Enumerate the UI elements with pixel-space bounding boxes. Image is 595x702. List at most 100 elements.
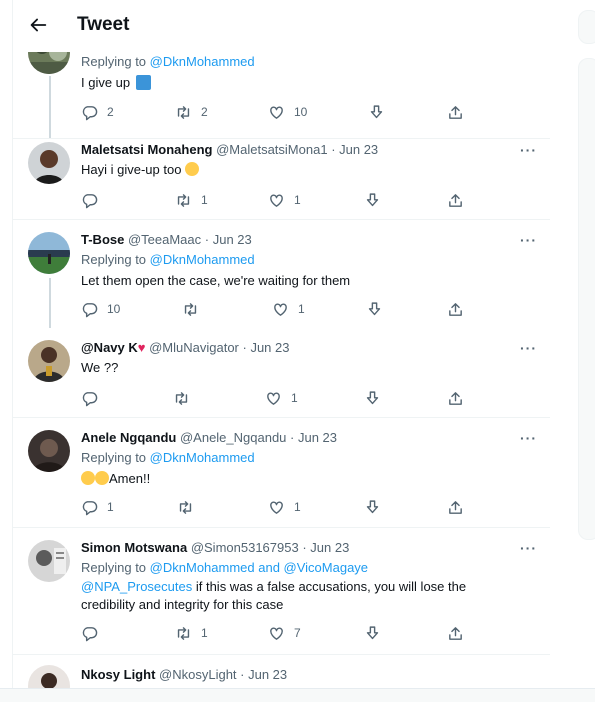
tweet-meta: Maletsatsi Monaheng @MaletsatsiMona1 · J… — [81, 142, 378, 157]
author-name[interactable]: @Navy K — [81, 340, 138, 355]
share-button[interactable] — [447, 191, 464, 209]
like-button[interactable]: 1 — [268, 498, 301, 516]
tweet-date[interactable]: · Jun 23 — [205, 232, 252, 247]
author-name[interactable]: Anele Ngqandu — [81, 430, 176, 445]
retweet-button[interactable] — [182, 300, 208, 318]
page-title: Tweet — [77, 14, 130, 35]
retweet-icon — [177, 499, 194, 516]
thinking-emoji-icon — [185, 162, 200, 176]
more-dots-icon[interactable]: ··· — [520, 430, 537, 446]
thread-line — [49, 278, 51, 328]
avatar[interactable] — [28, 430, 70, 472]
like-count: 10 — [294, 105, 308, 119]
tweet[interactable]: Nkosy Light @NkosyLight · Jun 23 — [13, 655, 550, 688]
author-name[interactable]: Simon Motswana — [81, 540, 187, 555]
taskbar-strip — [0, 688, 595, 702]
bookmark-button[interactable] — [364, 389, 381, 407]
reply-button[interactable] — [81, 624, 107, 642]
reply-button[interactable]: 1 — [81, 498, 114, 516]
retweet-count: 2 — [201, 105, 208, 119]
tweet-meta: Simon Motswana @Simon53167953 · Jun 23 — [81, 540, 349, 555]
search-box[interactable] — [578, 10, 595, 44]
speech-bubble-icon — [81, 301, 98, 318]
like-button[interactable]: 1 — [265, 389, 298, 407]
tweet-date[interactable]: · Jun 23 — [302, 540, 349, 555]
tweet-meta: Nkosy Light @NkosyLight · Jun 23 — [81, 667, 287, 682]
reply-button[interactable]: 10 — [81, 300, 120, 318]
avatar[interactable] — [28, 142, 70, 184]
author-handle[interactable]: @MluNavigator — [149, 340, 239, 355]
speech-bubble-icon — [81, 104, 98, 121]
share-button[interactable] — [447, 300, 464, 318]
mention-link[interactable]: @NPA_Prosecutes — [81, 579, 192, 594]
author-name[interactable]: T-Bose — [81, 232, 124, 247]
bookmark-button[interactable] — [366, 300, 383, 318]
tweet[interactable]: Replying to @DknMohammed I give up 2 2 1… — [13, 32, 550, 139]
laughing-emoji-icon — [81, 471, 95, 485]
author-handle[interactable]: @Simon53167953 — [191, 540, 299, 555]
like-button[interactable]: 1 — [268, 191, 301, 209]
retweet-icon — [173, 390, 190, 407]
tweet-date[interactable]: · Jun 23 — [290, 430, 337, 445]
mention-link[interactable]: @DknMohammed — [150, 54, 255, 69]
like-button[interactable]: 10 — [268, 103, 307, 121]
avatar[interactable] — [28, 540, 70, 582]
mention-link[interactable]: @DknMohammed — [150, 450, 255, 465]
author-name[interactable]: Nkosy Light — [81, 667, 155, 682]
more-dots-icon[interactable]: ··· — [520, 540, 537, 556]
retweet-button[interactable] — [173, 389, 199, 407]
author-handle[interactable]: @TeeaMaac — [128, 232, 201, 247]
tweet-text: We ?? — [81, 359, 501, 377]
share-icon — [447, 390, 464, 407]
replying-to-label: Replying to — [81, 252, 147, 267]
bookmark-button[interactable] — [364, 498, 381, 516]
retweet-icon — [182, 301, 199, 318]
retweet-button[interactable] — [177, 498, 203, 516]
author-name[interactable]: Maletsatsi Monaheng — [81, 142, 212, 157]
arrow-left-icon[interactable] — [27, 14, 49, 36]
share-button[interactable] — [447, 498, 464, 516]
like-button[interactable]: 1 — [272, 300, 305, 318]
author-handle[interactable]: @NkosyLight — [159, 667, 237, 682]
share-button[interactable] — [447, 103, 464, 121]
reply-count: 1 — [107, 500, 114, 514]
more-dots-icon[interactable]: ··· — [520, 232, 537, 248]
bookmark-button[interactable] — [368, 103, 385, 121]
tweet-text-body: I give up — [81, 75, 131, 90]
more-dots-icon[interactable]: ··· — [520, 340, 537, 356]
speech-bubble-icon — [81, 625, 98, 642]
tweet[interactable]: Maletsatsi Monaheng @MaletsatsiMona1 · J… — [13, 130, 550, 220]
retweet-button[interactable]: 1 — [175, 624, 208, 642]
thumbs-down-emoji-icon — [135, 75, 151, 90]
more-dots-icon[interactable]: ··· — [520, 142, 537, 158]
tweet[interactable]: Anele Ngqandu @Anele_Ngqandu · Jun 23 ··… — [13, 418, 550, 528]
reply-button[interactable]: 2 — [81, 103, 114, 121]
tweet-date[interactable]: · Jun 23 — [240, 667, 287, 682]
author-handle[interactable]: @MaletsatsiMona1 — [216, 142, 327, 157]
replying-to-label: Replying to — [81, 450, 147, 465]
retweet-count: 1 — [201, 626, 208, 640]
avatar[interactable] — [28, 232, 70, 274]
bookmark-button[interactable] — [364, 191, 381, 209]
tweet[interactable]: @Navy K♥ @MluNavigator · Jun 23 ··· We ?… — [13, 328, 550, 418]
avatar[interactable] — [28, 665, 70, 688]
avatar[interactable] — [28, 340, 70, 382]
retweet-button[interactable]: 2 — [175, 103, 208, 121]
replying-to: Replying to @DknMohammed and @VicoMagaye — [81, 560, 368, 575]
speech-bubble-icon — [81, 499, 98, 516]
tweet-date[interactable]: · Jun 23 — [331, 142, 378, 157]
bookmark-button[interactable] — [364, 624, 381, 642]
like-button[interactable]: 7 — [268, 624, 301, 642]
tweet[interactable]: Simon Motswana @Simon53167953 · Jun 23 ·… — [13, 528, 550, 655]
share-button[interactable] — [447, 624, 464, 642]
reply-button[interactable] — [81, 191, 107, 209]
retweet-button[interactable]: 1 — [175, 191, 208, 209]
author-handle[interactable]: @Anele_Ngqandu — [180, 430, 286, 445]
tweet-date[interactable]: · Jun 23 — [243, 340, 290, 355]
mention-link[interactable]: @DknMohammed and @VicoMagaye — [150, 560, 368, 575]
tweet[interactable]: T-Bose @TeeaMaac · Jun 23 ··· Replying t… — [13, 220, 550, 328]
speech-bubble-icon — [81, 192, 98, 209]
share-button[interactable] — [447, 389, 464, 407]
mention-link[interactable]: @DknMohammed — [150, 252, 255, 267]
reply-button[interactable] — [81, 389, 107, 407]
